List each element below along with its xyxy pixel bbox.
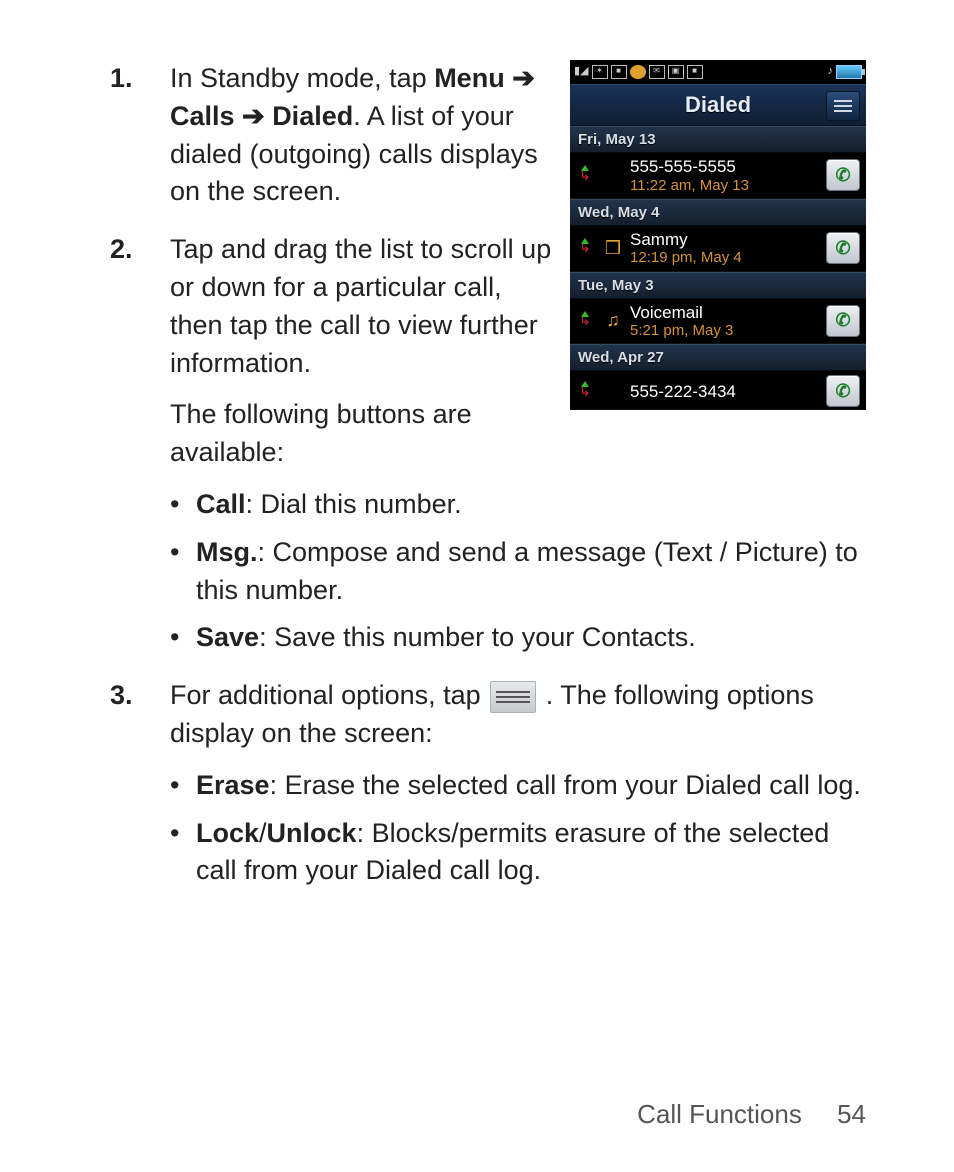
step-text: The following buttons are available: [170,396,866,472]
step-number: 3. [110,677,133,715]
bullet-item: Lock/Unlock: Blocks/permits erasure of t… [170,815,866,891]
step-number: 2. [110,231,133,269]
step-text: For additional options, tap . The follow… [170,680,814,748]
page-number: 54 [837,1099,866,1129]
bullet-item: Msg.: Compose and send a message (Text /… [170,534,866,610]
bullet-item: Erase: Erase the selected call from your… [170,767,866,805]
step-text: Tap and drag the list to scroll up or do… [170,231,866,382]
bullet-item: Save: Save this number to your Contacts. [170,619,866,657]
page-footer: Call Functions 54 [637,1096,866,1132]
section-name: Call Functions [637,1099,802,1129]
step-2: 2. Tap and drag the list to scroll up or… [110,231,866,657]
step-number: 1. [110,60,133,98]
step-3: 3. For additional options, tap . The fol… [110,677,866,890]
bullet-item: Call: Dial this number. [170,486,866,524]
menu-icon [490,681,536,713]
step-1: 1. In Standby mode, tap Menu ➔ Calls ➔ D… [110,60,866,211]
step-text: In Standby mode, tap Menu ➔ Calls ➔ Dial… [170,63,538,206]
